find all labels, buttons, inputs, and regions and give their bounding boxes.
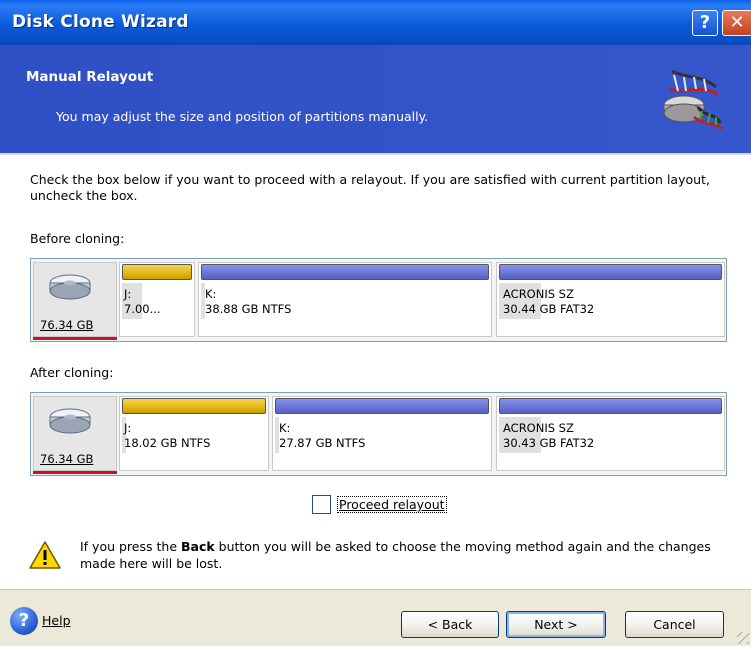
partition-block[interactable]: ACRONIS SZ 30.44 GB FAT32 — [496, 262, 725, 337]
banner-title: Manual Relayout — [26, 69, 154, 85]
disk-tile[interactable]: 76.34 GB — [33, 396, 117, 471]
proceed-relayout-text: Proceed relayout — [339, 497, 445, 512]
partition-size: 30.43 GB FAT32 — [503, 436, 595, 450]
warning-text: If you press the Back button you will be… — [80, 538, 720, 572]
partition-name: K: — [279, 421, 291, 435]
warning-text-prefix: If you press the — [80, 539, 181, 554]
partition-block[interactable]: K: 27.87 GB NTFS — [272, 396, 492, 471]
header-banner: Manual Relayout You may adjust the size … — [0, 45, 751, 153]
partition-name: J: — [124, 287, 132, 301]
partition-size: 30.44 GB FAT32 — [503, 302, 595, 316]
partition-name: J: — [124, 421, 132, 435]
proceed-relayout-label[interactable]: Proceed relayout — [337, 496, 447, 513]
disk-size: 76.34 GB — [40, 318, 94, 332]
resize-grip[interactable] — [737, 632, 749, 644]
help-label: Help — [42, 613, 71, 628]
help-icon[interactable]: ? — [10, 607, 38, 635]
partition-label: ACRONIS SZ 30.44 GB FAT32 — [503, 287, 594, 317]
cancel-button[interactable]: Cancel — [625, 611, 724, 638]
partition-bar — [122, 264, 192, 280]
question-icon: ? — [699, 12, 711, 33]
partition-label: K: 38.88 GB NTFS — [205, 287, 291, 317]
warning-text-bold: Back — [180, 539, 215, 554]
partition-bar — [499, 398, 722, 414]
after-cloning-label: After cloning: — [30, 365, 114, 380]
back-button[interactable]: < Back — [401, 611, 499, 638]
disk-selection-underline — [33, 337, 117, 340]
partition-size: 38.88 GB NTFS — [205, 302, 292, 316]
partition-block[interactable]: K: 38.88 GB NTFS — [198, 262, 492, 337]
close-icon: ✕ — [729, 12, 745, 33]
window-title: Disk Clone Wizard — [12, 12, 189, 32]
before-cloning-map: 76.34 GB J: 7.00... K: 38.88 GB NTFS ACR… — [30, 258, 727, 342]
disk-clone-icon — [663, 69, 723, 131]
proceed-relayout-checkbox[interactable] — [312, 495, 331, 514]
title-bar[interactable]: Disk Clone Wizard ? ✕ — [0, 0, 751, 45]
help-title-button[interactable]: ? — [692, 10, 718, 36]
wizard-body: Check the box below if you want to proce… — [0, 155, 751, 589]
after-cloning-map: 76.34 GB J: 18.02 GB NTFS K: 27.87 GB NT… — [30, 392, 727, 476]
partition-name: ACRONIS SZ — [503, 287, 574, 301]
partition-label: ACRONIS SZ 30.43 GB FAT32 — [503, 421, 594, 451]
hard-disk-icon — [49, 274, 91, 300]
banner-subtitle: You may adjust the size and position of … — [56, 109, 429, 124]
disk-size: 76.34 GB — [40, 452, 94, 466]
hard-disk-icon — [49, 408, 91, 434]
partition-bar — [201, 264, 489, 280]
instruction-text: Check the box below if you want to proce… — [30, 172, 710, 203]
partition-label: J: 18.02 GB NTFS — [124, 421, 210, 451]
before-cloning-label: Before cloning: — [30, 231, 125, 246]
partition-size: 7.00... — [124, 302, 161, 316]
partition-block[interactable]: J: 18.02 GB NTFS — [119, 396, 269, 471]
partition-block[interactable]: J: 7.00... — [119, 262, 195, 337]
footer-bar: ? Help < Back Next > Cancel — [0, 589, 751, 646]
partition-size: 18.02 GB NTFS — [124, 436, 211, 450]
help-link[interactable]: Help — [42, 613, 71, 628]
warning-icon — [29, 541, 61, 569]
partition-bar — [122, 398, 266, 414]
partition-name: ACRONIS SZ — [503, 421, 574, 435]
partition-size: 27.87 GB NTFS — [279, 436, 366, 450]
close-button[interactable]: ✕ — [722, 10, 751, 36]
partition-label: J: 7.00... — [124, 287, 161, 317]
disk-selection-underline — [33, 471, 117, 474]
partition-block[interactable]: ACRONIS SZ 30.43 GB FAT32 — [496, 396, 725, 471]
next-button[interactable]: Next > — [506, 611, 606, 638]
partition-bar — [499, 264, 722, 280]
partition-label: K: 27.87 GB NTFS — [279, 421, 365, 451]
partition-bar — [275, 398, 489, 414]
partition-name: K: — [205, 287, 217, 301]
disk-tile[interactable]: 76.34 GB — [33, 262, 117, 337]
